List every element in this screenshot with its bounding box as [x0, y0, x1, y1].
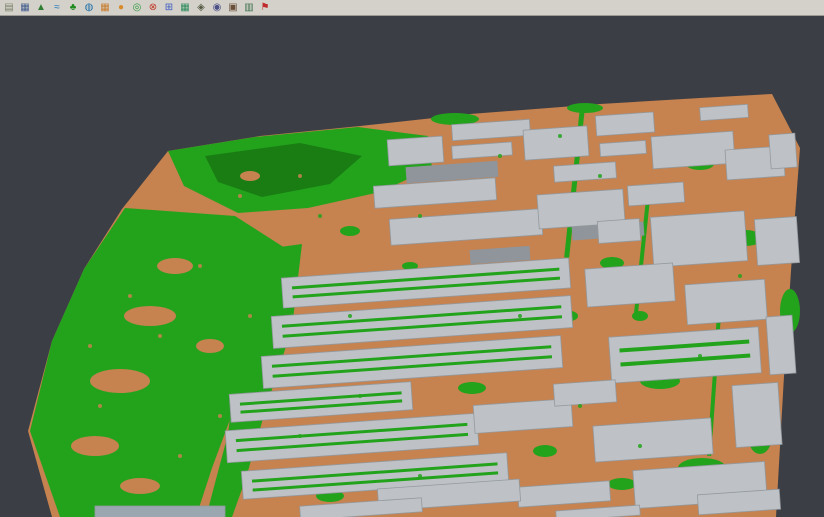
- vegetation-button[interactable]: ♣: [66, 1, 80, 14]
- target-button[interactable]: ◎: [130, 1, 144, 14]
- terrain-icon: ▲: [36, 2, 46, 14]
- layers-button[interactable]: ▦: [18, 1, 32, 14]
- image-view-icon: ▣: [228, 2, 237, 14]
- grid-icon: ▦: [180, 2, 189, 14]
- image-view-button[interactable]: ▣: [226, 1, 240, 14]
- viewport-3d[interactable]: [0, 16, 824, 517]
- ortho-button[interactable]: ●: [114, 1, 128, 14]
- sphere-view-button[interactable]: ◉: [210, 1, 224, 14]
- delete-icon: ⊗: [149, 2, 157, 14]
- flag-icon: ⚑: [261, 2, 270, 14]
- layers-icon: ▦: [20, 2, 29, 14]
- dem-button[interactable]: ▦: [98, 1, 112, 14]
- ortho-icon: ●: [118, 2, 124, 14]
- main-toolbar: ▤ ▦ ▲ ≈ ♣ ◍ ▦ ● ◎ ⊗ ⊞ ▦ ◈ ◉ ▣ ▥ ⚑: [0, 0, 824, 16]
- select-region-icon: ⊞: [165, 2, 173, 14]
- stats-button[interactable]: ▥: [242, 1, 256, 14]
- globe-button[interactable]: ◍: [82, 1, 96, 14]
- mesh-button[interactable]: ◈: [194, 1, 208, 14]
- grid-button[interactable]: ▦: [178, 1, 192, 14]
- delete-button[interactable]: ⊗: [146, 1, 160, 14]
- open-file-button[interactable]: ▤: [2, 1, 16, 14]
- point-cloud-scene[interactable]: [0, 16, 824, 517]
- open-file-icon: ▤: [4, 2, 13, 14]
- mesh-icon: ◈: [197, 2, 205, 14]
- stats-icon: ▥: [244, 2, 253, 14]
- dem-icon: ▦: [100, 2, 109, 14]
- water-button[interactable]: ≈: [50, 1, 64, 14]
- vegetation-icon: ♣: [70, 2, 77, 14]
- sphere-view-icon: ◉: [213, 2, 222, 14]
- water-icon: ≈: [54, 2, 60, 14]
- select-region-button[interactable]: ⊞: [162, 1, 176, 14]
- flag-button[interactable]: ⚑: [258, 1, 272, 14]
- terrain-button[interactable]: ▲: [34, 1, 48, 14]
- app-window: ▤ ▦ ▲ ≈ ♣ ◍ ▦ ● ◎ ⊗ ⊞ ▦ ◈ ◉ ▣ ▥ ⚑: [0, 0, 824, 517]
- globe-icon: ◍: [85, 2, 94, 14]
- building-bottom-edge: [95, 506, 225, 517]
- target-icon: ◎: [133, 2, 142, 14]
